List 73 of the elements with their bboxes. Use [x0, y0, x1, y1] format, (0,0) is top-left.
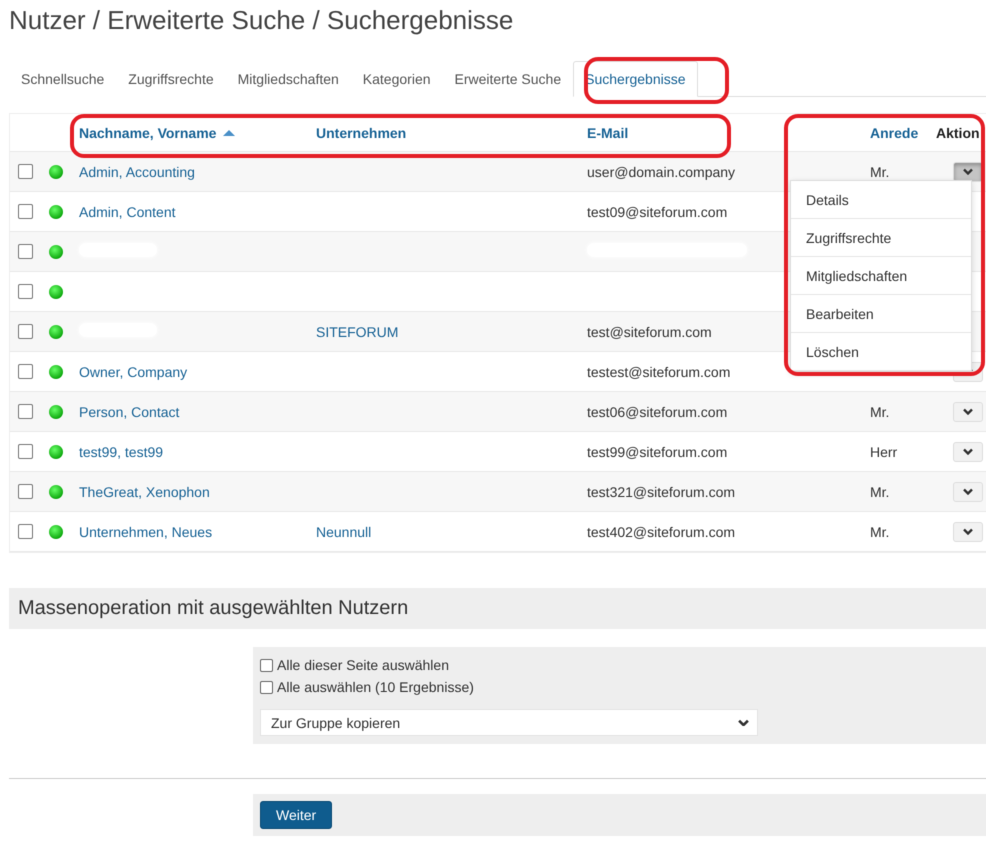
row-checkbox[interactable]	[18, 364, 33, 379]
chevron-down-icon	[963, 448, 973, 455]
user-link[interactable]: Admin, Content	[79, 204, 176, 220]
company-link[interactable]: Neunnull	[316, 524, 372, 540]
row-checkbox[interactable]	[18, 284, 33, 299]
action-dropdown-button[interactable]	[953, 162, 983, 182]
user-link[interactable]: Admin, Accounting	[79, 164, 195, 180]
row-checkbox[interactable]	[18, 484, 33, 499]
chevron-down-icon	[963, 488, 973, 495]
checkbox[interactable]	[260, 658, 273, 672]
continue-button[interactable]: Weiter	[260, 801, 332, 829]
email-text: test321@siteforum.com	[587, 484, 736, 500]
user-link[interactable]: TheGreat, Xenophon	[79, 484, 210, 500]
chevron-down-icon	[738, 718, 749, 726]
menu-item[interactable]: Löschen	[791, 333, 971, 371]
user-link[interactable]: Owner, Company	[79, 364, 188, 380]
row-checkbox[interactable]	[18, 444, 33, 459]
column-header[interactable]: E-Mail	[587, 124, 823, 140]
status-dot	[49, 484, 63, 498]
column-header[interactable]: Unternehmen	[316, 124, 587, 140]
status-dot	[49, 364, 63, 378]
user-link[interactable]: test99, test99	[79, 444, 164, 460]
salutation-text: Mr.	[870, 484, 890, 500]
row-checkbox[interactable]	[18, 204, 33, 219]
row-checkbox[interactable]	[18, 244, 33, 259]
status-dot	[49, 164, 63, 178]
row-checkbox[interactable]	[18, 404, 33, 419]
email-text: test402@siteforum.com	[587, 524, 736, 540]
email-text: testest@siteforum.com	[587, 364, 730, 380]
chevron-down-icon	[963, 168, 973, 175]
status-dot	[49, 524, 63, 538]
email-text: user@domain.company	[587, 164, 736, 180]
user-link[interactable]: Person, Contact	[79, 404, 180, 420]
column-header[interactable]: Nachname, Vorname	[79, 124, 316, 140]
salutation-text: Mr.	[870, 164, 890, 180]
email-text: test06@siteforum.com	[587, 404, 728, 420]
row-checkbox[interactable]	[18, 324, 33, 339]
email-text: test99@siteforum.com	[587, 444, 728, 460]
action-dropdown-button[interactable]	[953, 402, 983, 422]
chevron-down-icon	[963, 408, 973, 415]
action-dropdown-button[interactable]	[953, 482, 983, 502]
status-dot	[49, 284, 63, 298]
sort-up-icon	[222, 128, 236, 136]
status-dot	[49, 244, 63, 258]
menu-item[interactable]: Details	[791, 181, 971, 219]
menu-item[interactable]: Zugriffsrechte	[791, 219, 971, 257]
action-dropdown-button[interactable]	[953, 522, 983, 542]
status-dot	[49, 404, 63, 418]
tab[interactable]: Suchergebnisse	[573, 61, 698, 97]
email-text: test09@siteforum.com	[587, 204, 728, 220]
chevron-down-icon	[963, 528, 973, 535]
menu-item[interactable]: Bearbeiten	[791, 295, 971, 333]
page-title: Nutzer / Erweiterte Suche / Suchergebnisse	[9, 4, 514, 37]
column-header: Aktion	[936, 124, 981, 140]
checkbox[interactable]	[260, 680, 273, 694]
operation-select[interactable]: Zur Gruppe kopieren	[260, 709, 758, 736]
column-header[interactable]: Anrede	[823, 124, 936, 140]
email-text: test@siteforum.com	[587, 324, 712, 340]
menu-item[interactable]: Mitgliedschaften	[791, 257, 971, 295]
row-checkbox[interactable]	[18, 524, 33, 539]
salutation-text: Mr.	[870, 404, 890, 420]
row-checkbox[interactable]	[18, 164, 33, 179]
checkbox-label: Alle auswählen (10 Ergebnisse)	[277, 679, 474, 695]
action-dropdown-button[interactable]	[953, 442, 983, 462]
status-dot	[49, 444, 63, 458]
section-title: Massenoperation mit ausgewählten Nutzern	[9, 588, 986, 629]
status-dot	[49, 324, 63, 338]
salutation-text: Mr.	[870, 524, 890, 540]
user-link[interactable]: Unternehmen, Neues	[79, 524, 212, 540]
status-dot	[49, 204, 63, 218]
company-link[interactable]: SITEFORUM	[316, 324, 398, 340]
checkbox-label: Alle dieser Seite auswählen	[277, 657, 449, 673]
salutation-text: Herr	[870, 444, 898, 460]
